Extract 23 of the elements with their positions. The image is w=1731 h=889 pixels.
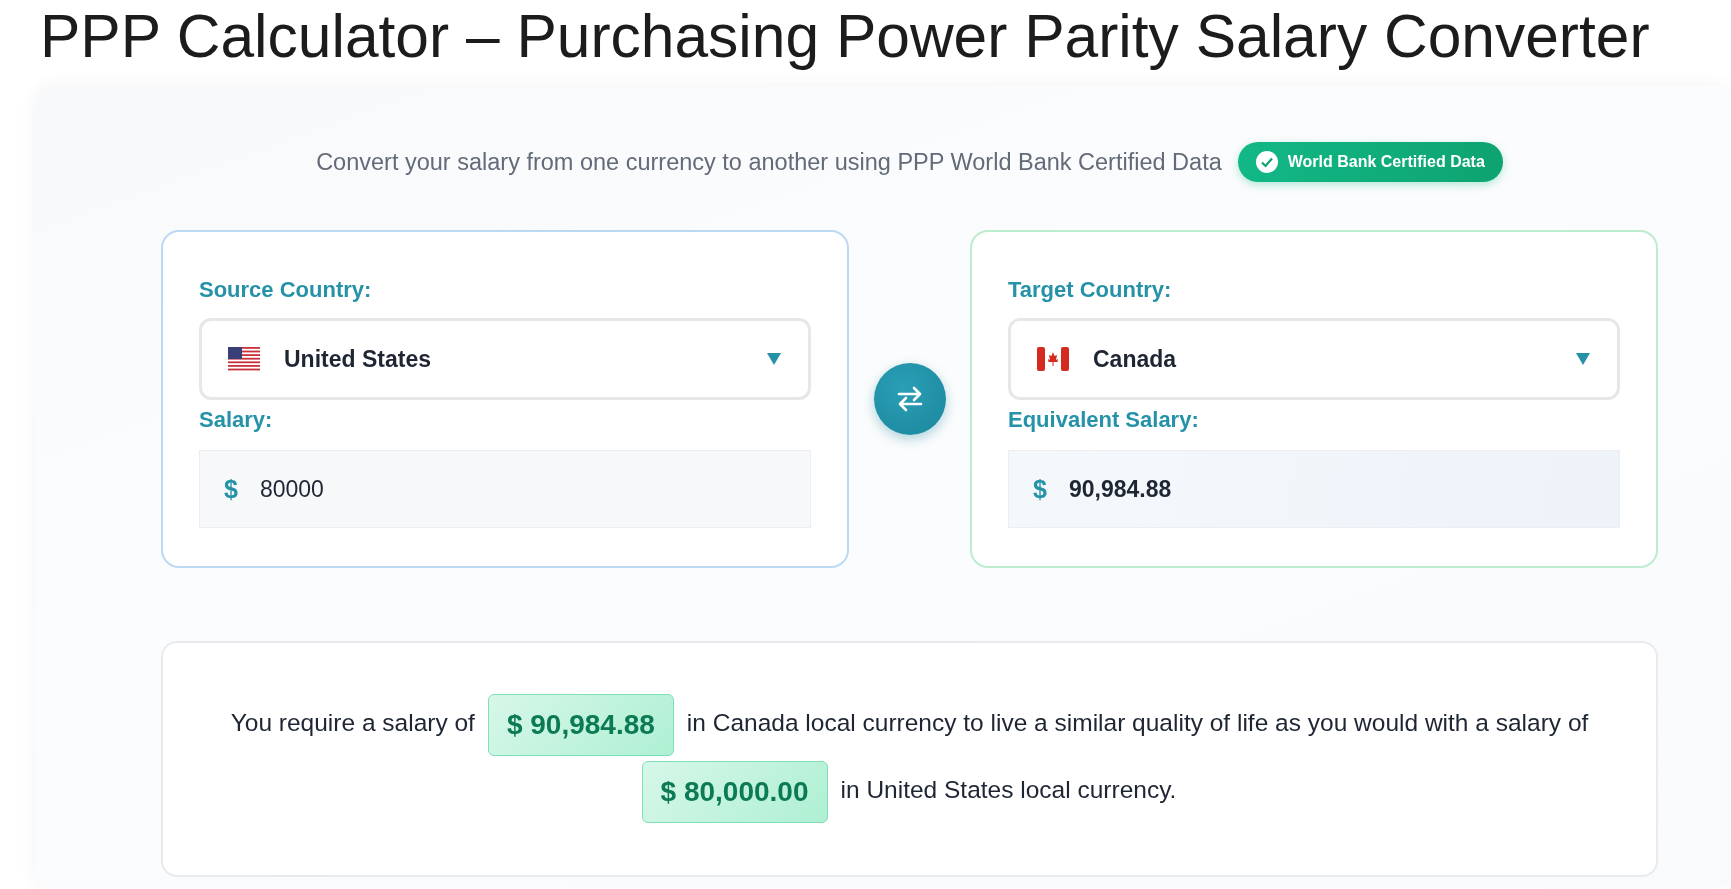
flag-icon xyxy=(228,347,260,371)
field-label: Source Country: xyxy=(199,276,372,304)
caret-icon xyxy=(766,352,782,366)
field-label: Target Country: xyxy=(1008,276,1172,304)
result-text: in Canada local currency to live a similar quality of life as you would with a salary of xyxy=(686,709,1589,736)
country-select[interactable]: United States xyxy=(199,318,811,400)
result-text: You require a salary of xyxy=(230,709,475,736)
result-text: in United States local currency. xyxy=(840,776,1177,803)
page-title: PPP Calculator – Purchasing Power Parity Salary Converter xyxy=(40,1,1650,72)
caret-icon xyxy=(1575,352,1591,366)
salary-field[interactable]: $ 80000 xyxy=(199,450,811,528)
swap-button[interactable] xyxy=(873,363,946,435)
flag-icon xyxy=(1037,347,1069,371)
swap-icon xyxy=(895,386,924,412)
certified-badge: World Bank Certified Data xyxy=(1237,142,1503,182)
check-icon xyxy=(1255,151,1278,173)
amount-highlight: $ 80,000.00 xyxy=(641,760,828,823)
salary-field: $ 90,984.88 xyxy=(1008,450,1620,528)
amount-highlight: $ 90,984.88 xyxy=(487,693,674,756)
subtitle: Convert your salary from one currency to another using PPP World Bank Certified Data xyxy=(316,148,1222,176)
country-select[interactable]: Canada xyxy=(1008,318,1620,400)
field-label: Salary: xyxy=(199,406,273,434)
field-label: Equivalent Salary: xyxy=(1008,406,1199,434)
